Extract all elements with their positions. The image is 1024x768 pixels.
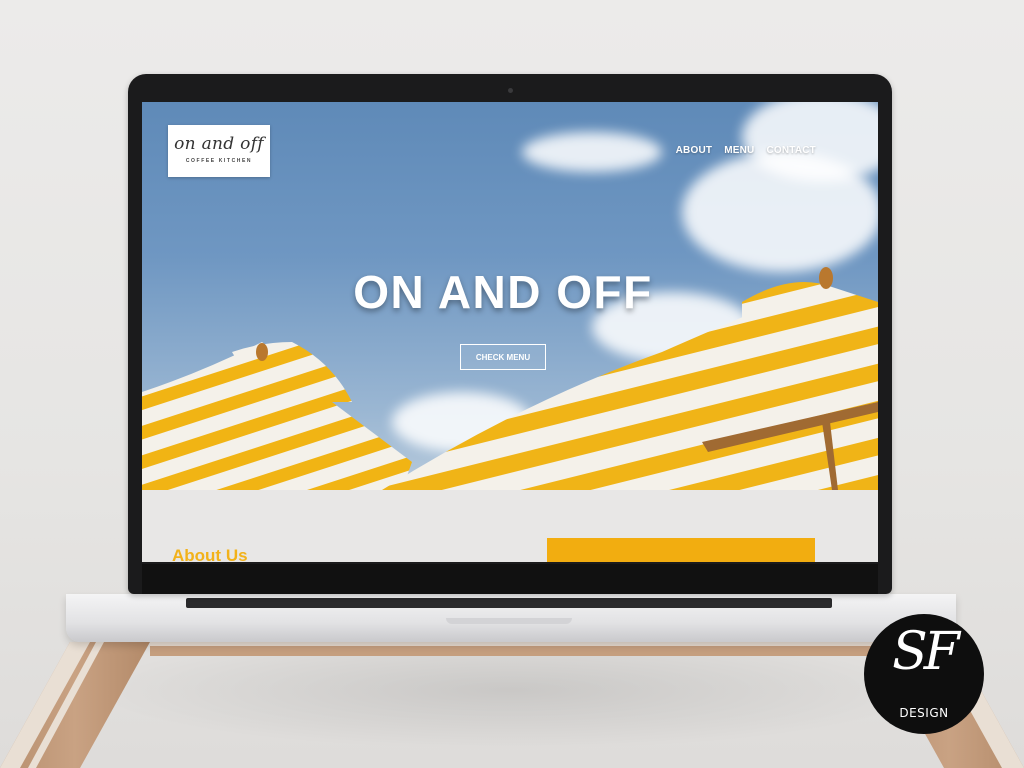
logo-text: on and off [174, 134, 264, 154]
sf-label: DESIGN [899, 706, 949, 720]
nav-about[interactable]: ABOUT [676, 145, 713, 156]
laptop-base [66, 594, 956, 642]
check-menu-button[interactable]: CHECK MENU [460, 344, 546, 370]
nav-menu[interactable]: MENU [724, 145, 754, 156]
laptop-lid: on and off COFFEE KITCHEN ABOUT MENU CON… [128, 74, 892, 594]
camera [508, 88, 513, 93]
screen-chin [142, 564, 878, 594]
website-screen: on and off COFFEE KITCHEN ABOUT MENU CON… [142, 102, 878, 562]
trackpad-notch [446, 618, 572, 624]
hero-title: ON AND OFF [353, 266, 653, 318]
keyboard [186, 598, 832, 608]
hero-section: on and off COFFEE KITCHEN ABOUT MENU CON… [142, 102, 878, 490]
site-logo[interactable]: on and off COFFEE KITCHEN [168, 125, 270, 177]
sf-monogram: SF [892, 622, 960, 682]
top-nav: ABOUT MENU CONTACT [676, 145, 816, 156]
sf-design-logo: SF DESIGN [864, 614, 984, 734]
about-heading: About Us [172, 546, 248, 562]
accent-block [547, 538, 815, 562]
logo-tagline: COFFEE KITCHEN [185, 158, 253, 164]
nav-contact[interactable]: CONTACT [766, 145, 816, 156]
